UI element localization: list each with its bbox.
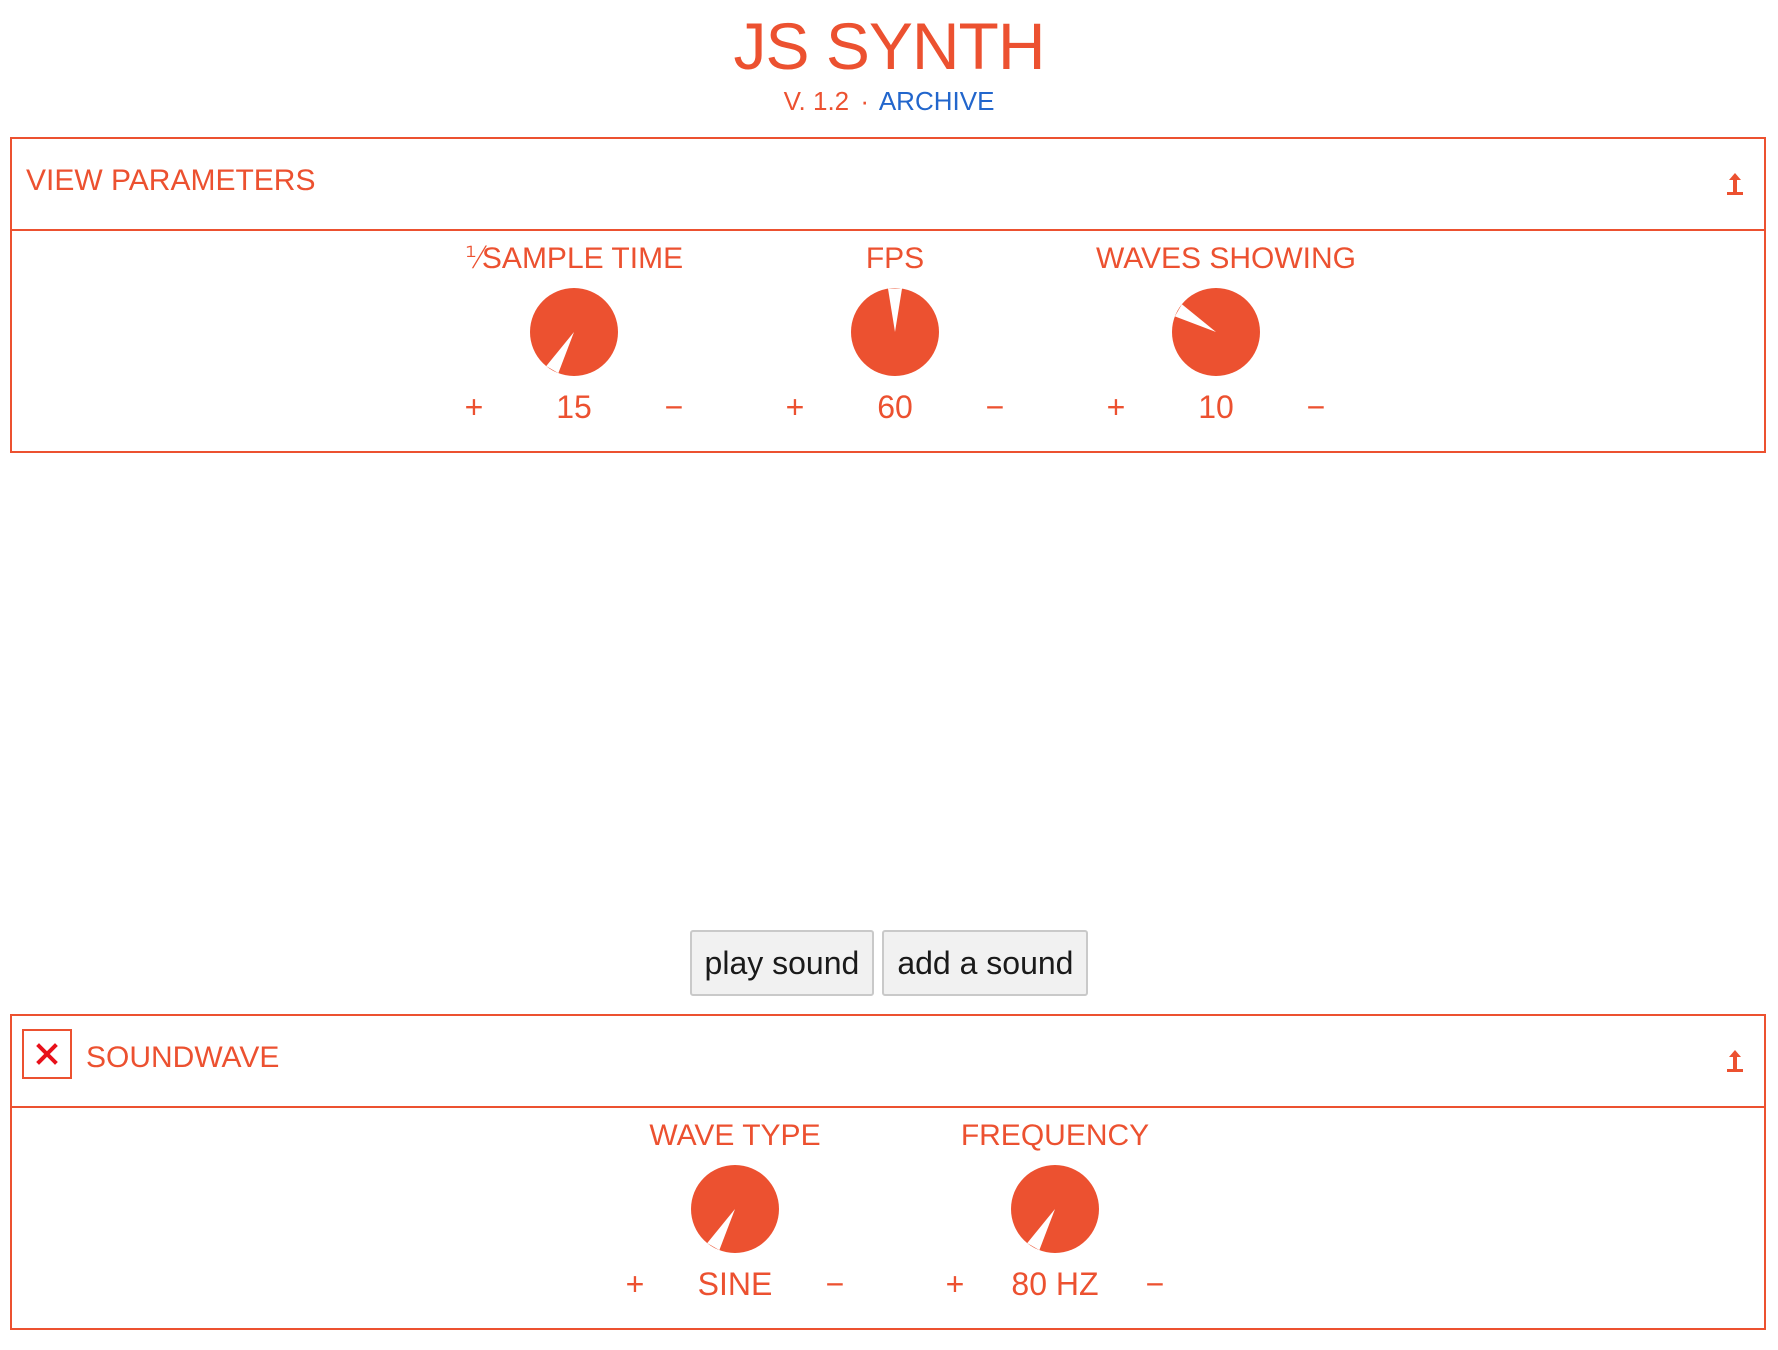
add-sound-button[interactable]: add a sound xyxy=(882,930,1089,996)
knob-controls: + 15 − xyxy=(454,387,694,431)
close-x-icon xyxy=(36,1043,58,1065)
decrement-button[interactable]: − xyxy=(975,387,1015,427)
increment-button[interactable]: + xyxy=(615,1264,655,1304)
knob-waves-showing: WAVES SHOWING + 10 − xyxy=(1096,241,1357,431)
knob-label: FREQUENCY xyxy=(960,1119,1150,1152)
knob-label: ⅟SAMPLE TIME xyxy=(464,242,684,275)
knob-value: 80 HZ xyxy=(1011,1266,1099,1302)
knob-label: WAVE TYPE xyxy=(649,1119,821,1152)
decrement-button[interactable]: − xyxy=(1296,387,1336,427)
view-parameters-header: VIEW PARAMETERS xyxy=(12,139,1764,231)
decrement-button[interactable]: − xyxy=(815,1264,855,1304)
knob-label: FPS xyxy=(865,242,925,275)
knob-controls: + 60 − xyxy=(775,387,1015,431)
archive-link[interactable]: ARCHIVE xyxy=(879,86,995,116)
collapse-up-arrow-icon[interactable] xyxy=(1720,165,1750,199)
view-parameters-panel: VIEW PARAMETERS ⅟SAMPLE TIME + 15 − FPS … xyxy=(10,137,1766,453)
knob-controls: + 80 HZ − xyxy=(935,1264,1175,1308)
knob-sample-time: ⅟SAMPLE TIME + 15 − xyxy=(454,241,694,431)
fps-knob[interactable] xyxy=(850,287,940,377)
soundwave-header: SOUNDWAVE xyxy=(12,1016,1764,1108)
knob-controls: + SINE − xyxy=(615,1264,855,1308)
app-subtitle: V. 1.2 · ARCHIVE xyxy=(0,84,1778,118)
increment-button[interactable]: + xyxy=(775,387,815,427)
increment-button[interactable]: + xyxy=(935,1264,975,1304)
knob-fps: FPS + 60 − xyxy=(775,241,1015,431)
app-header: JS SYNTH V. 1.2 · ARCHIVE xyxy=(0,8,1778,118)
increment-button[interactable]: + xyxy=(1096,387,1136,427)
decrement-button[interactable]: − xyxy=(1135,1264,1175,1304)
collapse-up-arrow-icon[interactable] xyxy=(1720,1042,1750,1076)
action-bar: play sound add a sound xyxy=(0,930,1778,996)
app-title: JS SYNTH xyxy=(733,9,1045,83)
sample-time-knob[interactable] xyxy=(529,287,619,377)
soundwave-body: WAVE TYPE + SINE − FREQUENCY + 80 HZ − xyxy=(12,1108,1764,1328)
soundwave-title: SOUNDWAVE xyxy=(86,1041,280,1074)
waves-showing-knob[interactable] xyxy=(1171,287,1261,377)
knob-frequency: FREQUENCY + 80 HZ − xyxy=(935,1118,1175,1308)
knob-controls: + 10 − xyxy=(1096,387,1336,431)
knob-wave-type: WAVE TYPE + SINE − xyxy=(615,1118,855,1308)
wave-type-knob[interactable] xyxy=(690,1164,780,1254)
knob-value: 15 xyxy=(556,389,592,425)
view-parameters-body: ⅟SAMPLE TIME + 15 − FPS + 60 − WAVES SHO… xyxy=(12,231,1764,451)
soundwave-panel: SOUNDWAVE WAVE TYPE + SINE − FREQUENCY +… xyxy=(10,1014,1766,1330)
increment-button[interactable]: + xyxy=(454,387,494,427)
knob-value: 10 xyxy=(1198,389,1234,425)
play-sound-button[interactable]: play sound xyxy=(689,930,875,996)
separator: · xyxy=(860,86,870,116)
knob-value: 60 xyxy=(877,389,913,425)
version-label: V. 1.2 xyxy=(783,86,850,116)
knob-value: SINE xyxy=(697,1266,773,1302)
frequency-knob[interactable] xyxy=(1010,1164,1100,1254)
close-button[interactable] xyxy=(22,1029,72,1079)
knob-label: WAVES SHOWING xyxy=(1096,242,1357,275)
decrement-button[interactable]: − xyxy=(654,387,694,427)
view-parameters-title: VIEW PARAMETERS xyxy=(26,164,316,197)
